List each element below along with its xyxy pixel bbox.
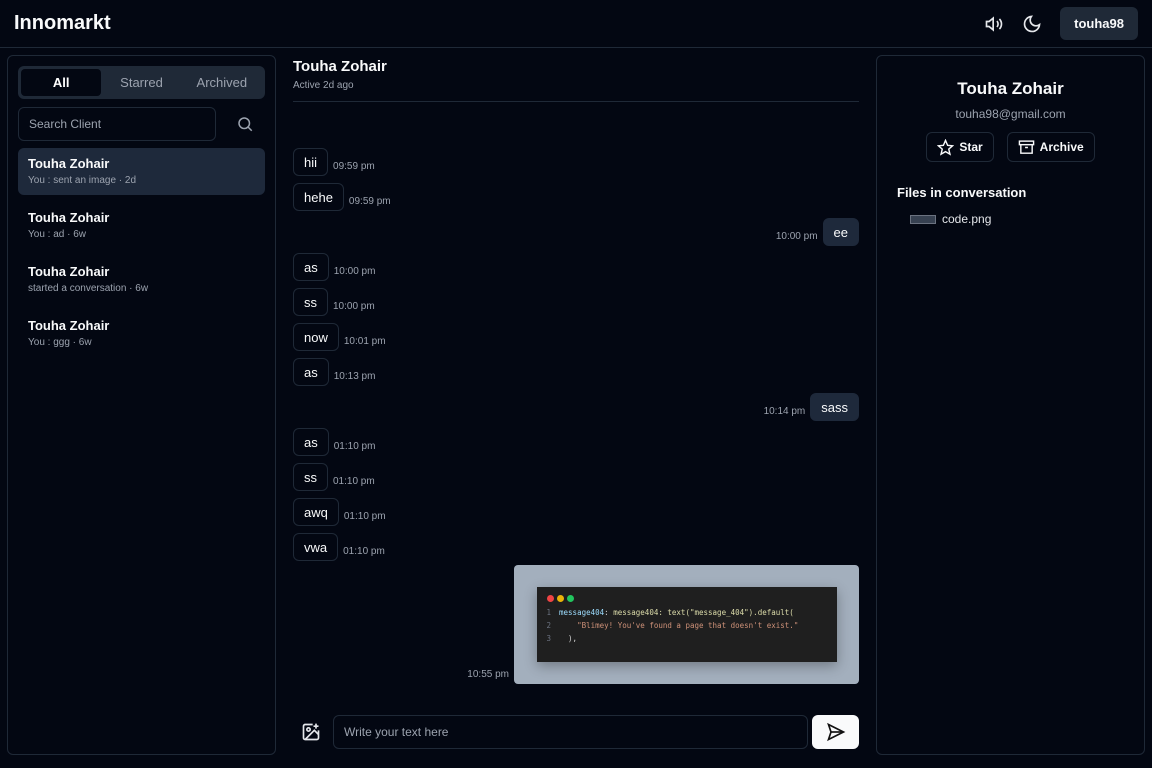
conversation-item[interactable]: Touha Zohair You : sent an image · 2d (18, 148, 265, 195)
conversation-preview: You : ggg · 6w (28, 337, 92, 348)
message-time: 01:10 pm (333, 476, 375, 487)
file-thumbnail (910, 214, 936, 224)
archive-icon (1018, 139, 1034, 154)
app-logo[interactable]: Innomarkt (14, 12, 984, 35)
moon-icon[interactable] (1022, 14, 1042, 34)
message-incoming: ss 01:10 pm (293, 463, 859, 491)
message-time: 10:01 pm (343, 336, 386, 347)
contact-name: Touha Zohair (957, 79, 1064, 98)
message-time: 10:13 pm (333, 371, 376, 382)
star-icon (937, 138, 955, 156)
user-menu-button[interactable]: touha98 (1060, 7, 1138, 40)
conversation-preview: started a conversation · 6w (28, 283, 149, 294)
message-incoming: vwa 01:10 pm (293, 533, 859, 561)
message-incoming: hii 09:59 pm (293, 148, 859, 176)
message-bubble: ss (293, 288, 328, 316)
code-screenshot: 1 message404: message404: text("message_4… (536, 587, 837, 662)
conversation-preview: You : ad · 6w (28, 229, 87, 240)
chat-status: Active 2d ago (293, 80, 354, 91)
conversation-item[interactable]: Touha Zohair You : ggg · 6w (18, 310, 265, 357)
archive-button[interactable]: Archive (1006, 132, 1095, 162)
star-label: Star (959, 140, 983, 154)
conversation-name: Touha Zohair (28, 156, 110, 171)
tab-all[interactable]: All (21, 69, 102, 96)
chat-panel: Touha Zohair Active 2d ago hii 09:59 pm he… (293, 55, 859, 561)
search-icon[interactable] (236, 115, 254, 133)
message-incoming: ss 10:00 pm (293, 288, 859, 316)
message-bubble: ss (293, 463, 328, 491)
message-bubble: as (293, 428, 329, 456)
message-bubble: ee (822, 218, 859, 246)
divider (293, 101, 859, 102)
message-bubble: hii (293, 148, 329, 176)
message-time: 10:00 pm (775, 231, 818, 242)
add-image-icon[interactable] (301, 722, 321, 742)
conversation-preview: You : sent an image · 2d (28, 175, 137, 186)
message-bubble: hehe (293, 183, 344, 211)
contact-details-panel: Touha Zohair touha98@gmail.com Star Arch… (876, 55, 1145, 755)
message-time: 09:59 pm (333, 161, 375, 172)
message-input[interactable] (333, 715, 808, 749)
chat-contact-name: Touha Zohair (293, 58, 387, 75)
message-outgoing: 10:14 pm sass (293, 393, 859, 421)
message-time: 10:00 pm (333, 301, 375, 312)
search-input[interactable] (18, 107, 216, 141)
file-item[interactable]: code.png (897, 212, 1124, 226)
send-icon (826, 722, 845, 742)
image-message: 10:55 pm 1 message404: message404: text("… (293, 565, 859, 684)
message-bubble: as (293, 358, 329, 386)
image-attachment[interactable]: 1 message404: message404: text("message_4… (514, 565, 859, 684)
message-bubble: vwa (293, 533, 339, 561)
tab-starred[interactable]: Starred (101, 69, 181, 96)
message-time: 10:00 pm (333, 266, 376, 277)
files-heading: Files in conversation (897, 185, 1027, 200)
message-bubble: now (293, 323, 339, 351)
conversation-sidebar: All Starred Archived Touha Zohair You : s… (7, 55, 276, 755)
message-bubble: as (293, 253, 329, 281)
message-time: 01:10 pm (343, 546, 385, 557)
composer (293, 715, 859, 749)
conversation-name: Touha Zohair (28, 264, 110, 279)
message-incoming: as 10:13 pm (293, 358, 859, 386)
message-time: 10:14 pm (763, 406, 806, 417)
top-bar: Innomarkt touha98 (0, 0, 1152, 48)
message-time: 10:55 pm (467, 669, 509, 680)
star-button[interactable]: Star (926, 132, 994, 162)
archive-label: Archive (1039, 140, 1084, 154)
send-button[interactable] (812, 715, 859, 749)
tab-archived[interactable]: Archived (182, 69, 262, 96)
message-incoming: awq 01:10 pm (293, 498, 859, 526)
message-time: 01:10 pm (333, 441, 376, 452)
message-outgoing: 10:00 pm ee (293, 218, 859, 246)
speaker-icon[interactable] (984, 14, 1004, 34)
message-bubble: awq (293, 498, 339, 526)
message-time: 09:59 pm (348, 196, 391, 207)
filter-tabs: All Starred Archived (18, 66, 265, 99)
message-incoming: now 10:01 pm (293, 323, 859, 351)
conversation-name: Touha Zohair (28, 210, 110, 225)
message-incoming: as 10:00 pm (293, 253, 859, 281)
message-incoming: hehe 09:59 pm (293, 183, 859, 211)
contact-email: touha98@gmail.com (955, 107, 1066, 121)
file-name: code.png (942, 212, 992, 226)
conversation-item[interactable]: Touha Zohair You : ad · 6w (18, 202, 265, 249)
message-time: 01:10 pm (343, 511, 386, 522)
conversation-item[interactable]: Touha Zohair started a conversation · 6w (18, 256, 265, 303)
message-list[interactable]: hii 09:59 pm hehe 09:59 pm 10:00 pm ee as 10:00… (293, 148, 859, 568)
message-incoming: as 01:10 pm (293, 428, 859, 456)
message-bubble: sass (810, 393, 859, 421)
conversation-name: Touha Zohair (28, 318, 110, 333)
